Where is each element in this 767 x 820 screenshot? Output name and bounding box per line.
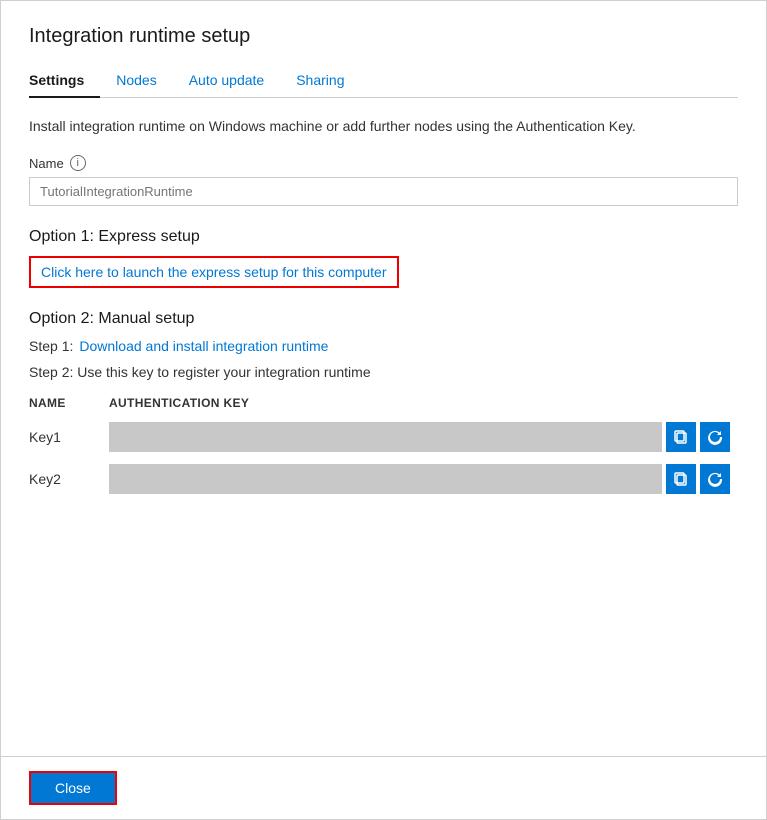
tab-auto-update[interactable]: Auto update: [189, 64, 281, 98]
dialog-content: Integration runtime setup Settings Nodes…: [1, 1, 766, 756]
table-row: Key2: [29, 458, 738, 500]
integration-runtime-dialog: Integration runtime setup Settings Nodes…: [0, 0, 767, 820]
copy-icon: [673, 471, 689, 487]
key2-input: [109, 464, 662, 494]
copy-icon: [673, 429, 689, 445]
table-row: Key1: [29, 416, 738, 458]
key2-input-row: [109, 464, 730, 494]
key1-name: Key1: [29, 416, 109, 458]
express-setup-link[interactable]: Click here to launch the express setup f…: [41, 264, 387, 280]
col-authkey-header: AUTHENTICATION KEY: [109, 390, 738, 416]
key1-input: [109, 422, 662, 452]
step1-label: Step 1:: [29, 338, 73, 354]
name-input[interactable]: [29, 177, 738, 206]
name-field-label: Name i: [29, 155, 738, 171]
option1-title: Option 1: Express setup: [29, 228, 738, 246]
refresh-icon: [707, 429, 723, 445]
express-link-box: Click here to launch the express setup f…: [29, 256, 399, 288]
key2-value-cell: [109, 458, 738, 500]
step1-row: Step 1: Download and install integration…: [29, 338, 738, 354]
description-text: Install integration runtime on Windows m…: [29, 116, 738, 137]
key1-value-cell: [109, 416, 738, 458]
name-info-icon[interactable]: i: [70, 155, 86, 171]
refresh-icon: [707, 471, 723, 487]
step2-label: Step 2: Use this key to register your in…: [29, 364, 371, 380]
tab-settings[interactable]: Settings: [29, 64, 100, 98]
option2-title: Option 2: Manual setup: [29, 310, 738, 328]
tabs-bar: Settings Nodes Auto update Sharing: [29, 64, 738, 98]
key1-copy-button[interactable]: [666, 422, 696, 452]
key2-refresh-button[interactable]: [700, 464, 730, 494]
step2-row: Step 2: Use this key to register your in…: [29, 364, 738, 380]
dialog-footer: Close: [1, 756, 766, 819]
close-button[interactable]: Close: [29, 771, 117, 805]
tab-sharing[interactable]: Sharing: [296, 64, 360, 98]
key1-input-row: [109, 422, 730, 452]
page-title: Integration runtime setup: [29, 25, 738, 48]
key2-copy-button[interactable]: [666, 464, 696, 494]
tab-nodes[interactable]: Nodes: [116, 64, 172, 98]
key2-name: Key2: [29, 458, 109, 500]
key1-refresh-button[interactable]: [700, 422, 730, 452]
keys-table: NAME AUTHENTICATION KEY Key1: [29, 390, 738, 500]
col-name-header: NAME: [29, 390, 109, 416]
step1-link[interactable]: Download and install integration runtime: [79, 338, 328, 354]
